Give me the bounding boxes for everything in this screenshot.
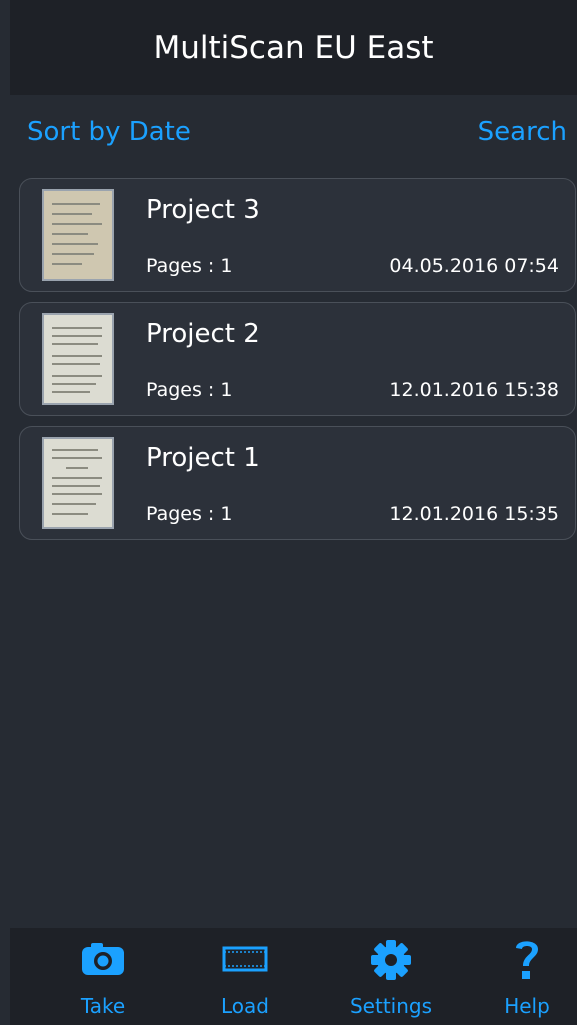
document-thumbnail: [42, 313, 114, 405]
page-title: MultiScan EU East: [153, 29, 434, 66]
tab-load[interactable]: Load: [174, 928, 316, 1025]
tab-label: Load: [221, 994, 269, 1018]
project-list: Project 3 Pages : 1 04.05.2016 07:54 Pro…: [19, 178, 576, 550]
document-thumbnail: [42, 189, 114, 281]
page-count: Pages : 1: [146, 255, 233, 277]
question-mark-icon: [512, 936, 542, 988]
sort-by-date-button[interactable]: Sort by Date: [27, 117, 191, 147]
tab-help[interactable]: Help: [456, 928, 577, 1025]
film-strip-icon: [222, 942, 268, 980]
tab-settings[interactable]: Settings: [320, 928, 462, 1025]
gear-icon: [369, 938, 413, 986]
tab-label: Settings: [349, 994, 433, 1018]
project-name: Project 2: [146, 319, 260, 349]
project-date: 12.01.2016 15:35: [389, 503, 559, 525]
tab-bar: Take Load Settings Help: [10, 928, 577, 1025]
navigation-bar: MultiScan EU East: [10, 0, 577, 95]
tab-label: Take: [80, 994, 126, 1018]
project-name: Project 3: [146, 195, 260, 225]
tab-take[interactable]: Take: [32, 928, 174, 1025]
project-card[interactable]: Project 2 Pages : 1 12.01.2016 15:38: [19, 302, 576, 416]
list-toolbar: Sort by Date Search: [10, 95, 577, 177]
page-count: Pages : 1: [146, 503, 233, 525]
project-date: 12.01.2016 15:38: [389, 379, 559, 401]
camera-icon: [81, 942, 125, 980]
project-date: 04.05.2016 07:54: [389, 255, 559, 277]
project-name: Project 1: [146, 443, 260, 473]
project-card[interactable]: Project 1 Pages : 1 12.01.2016 15:35: [19, 426, 576, 540]
page-count: Pages : 1: [146, 379, 233, 401]
app-screen: MultiScan EU East Sort by Date Search Pr…: [0, 0, 577, 1025]
project-card[interactable]: Project 3 Pages : 1 04.05.2016 07:54: [19, 178, 576, 292]
document-thumbnail: [42, 437, 114, 529]
search-button[interactable]: Search: [478, 117, 567, 147]
tab-label: Help: [504, 994, 550, 1018]
